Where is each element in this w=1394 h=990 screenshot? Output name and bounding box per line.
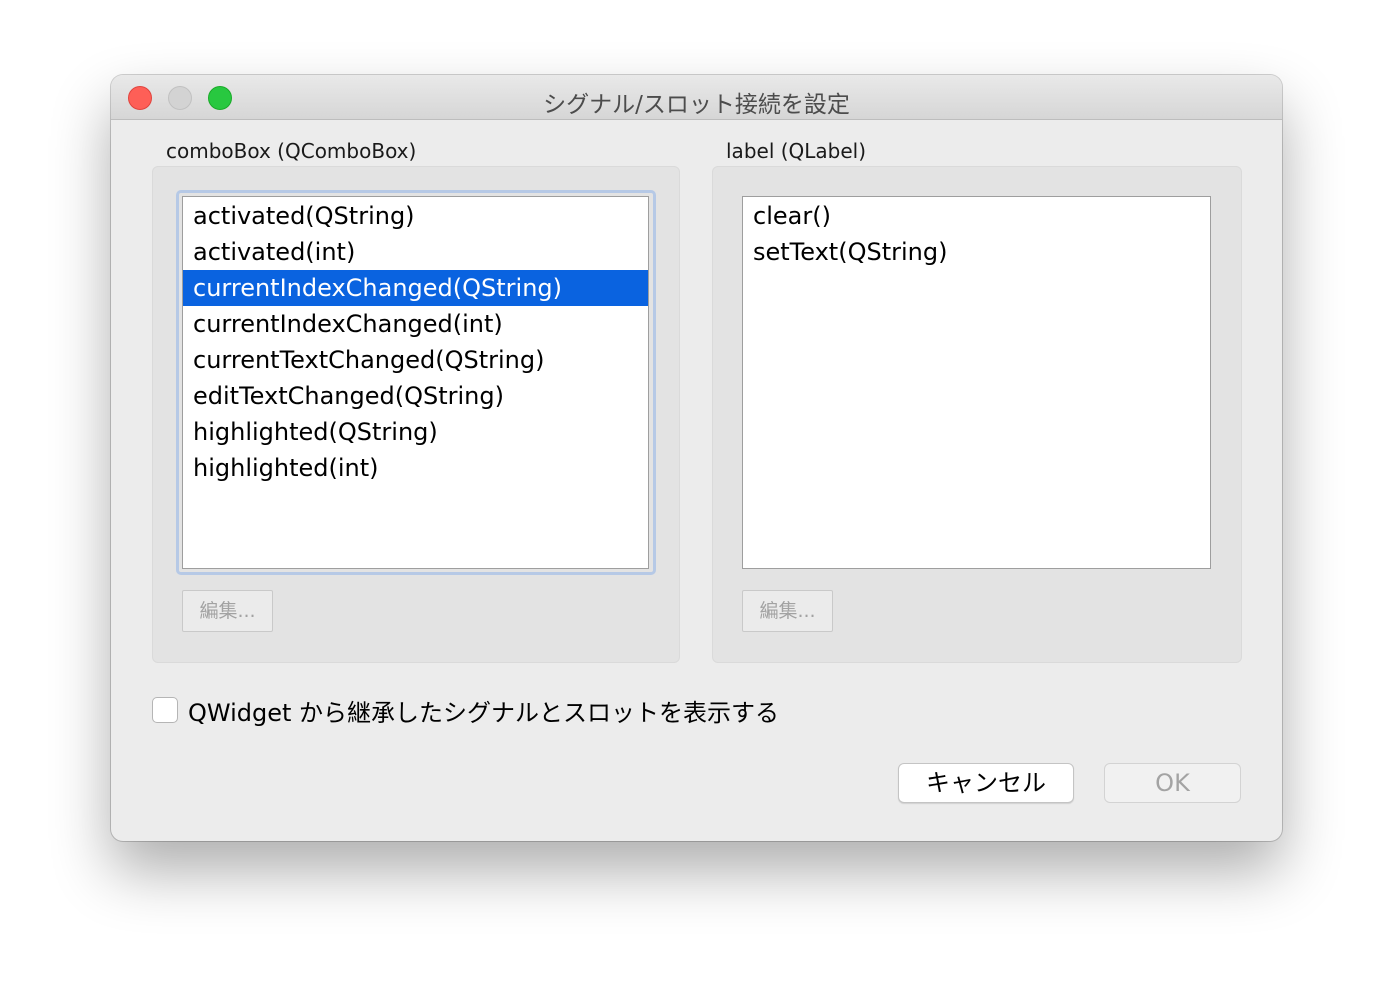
edit-signals-button[interactable]: 編集... xyxy=(182,590,273,632)
signal-list[interactable]: activated(QString)activated(int)currentI… xyxy=(182,196,649,569)
list-item[interactable]: currentTextChanged(QString) xyxy=(183,342,648,378)
ok-button[interactable]: OK xyxy=(1104,763,1241,803)
list-item[interactable]: activated(int) xyxy=(183,234,648,270)
inherited-checkbox-row[interactable]: QWidget から継承したシグナルとスロットを表示する xyxy=(152,694,779,726)
sender-label: comboBox (QComboBox) xyxy=(166,139,416,163)
list-item[interactable]: currentIndexChanged(int) xyxy=(183,306,648,342)
list-item[interactable]: editTextChanged(QString) xyxy=(183,378,648,414)
inherited-checkbox-label[interactable]: QWidget から継承したシグナルとスロットを表示する xyxy=(188,693,779,728)
window-title: シグナル/スロット接続を設定 xyxy=(111,85,1282,119)
title-bar[interactable]: シグナル/スロット接続を設定 xyxy=(111,75,1282,120)
list-item[interactable]: highlighted(int) xyxy=(183,450,648,486)
receiver-label: label (QLabel) xyxy=(726,139,866,163)
connection-dialog: シグナル/スロット接続を設定 comboBox (QComboBox) acti… xyxy=(111,75,1282,841)
list-item[interactable]: activated(QString) xyxy=(183,198,648,234)
list-item[interactable]: setText(QString) xyxy=(743,234,1210,270)
slot-list[interactable]: clear()setText(QString) xyxy=(742,196,1211,569)
edit-slots-button[interactable]: 編集... xyxy=(742,590,833,632)
list-item[interactable]: highlighted(QString) xyxy=(183,414,648,450)
cancel-button[interactable]: キャンセル xyxy=(898,763,1074,803)
list-item[interactable]: currentIndexChanged(QString) xyxy=(183,270,648,306)
inherited-checkbox[interactable] xyxy=(152,697,178,723)
list-item[interactable]: clear() xyxy=(743,198,1210,234)
